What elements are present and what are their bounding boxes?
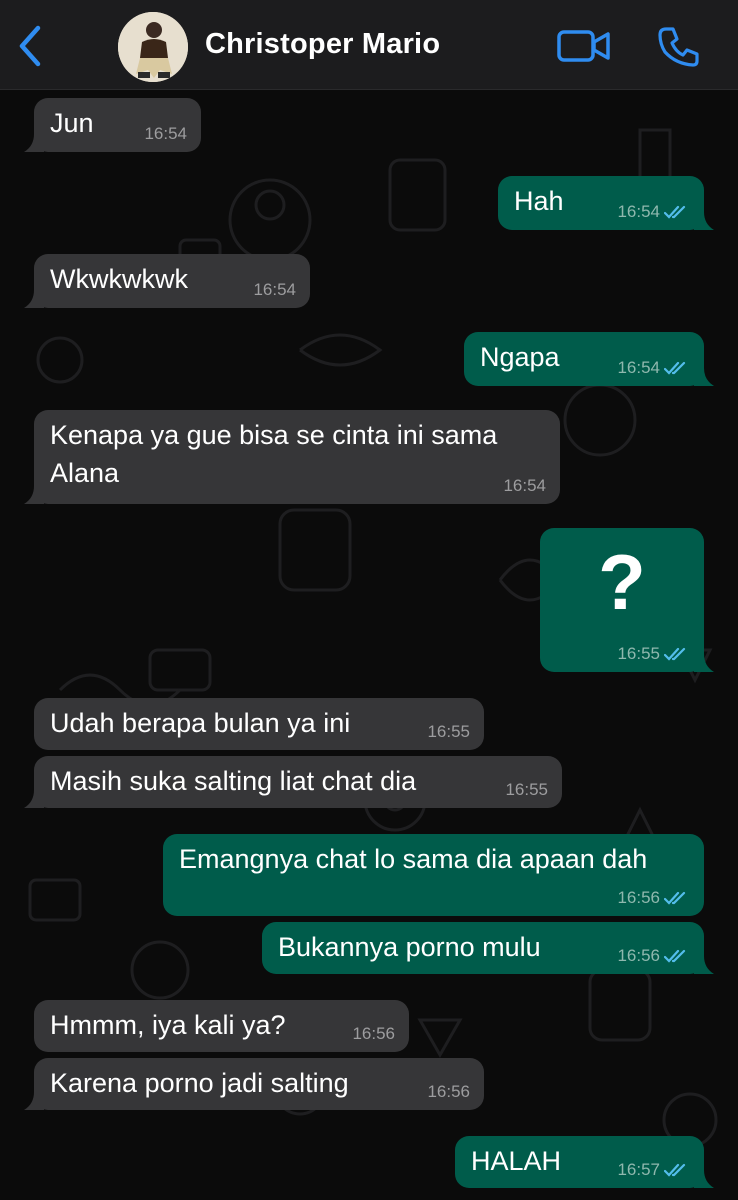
double-check-read-icon bbox=[664, 647, 686, 661]
message-text: Masih suka salting liat chat dia bbox=[50, 766, 417, 796]
message-time: 16:55 bbox=[617, 644, 660, 663]
message-incoming[interactable]: Udah berapa bulan ya ini 16:55 bbox=[34, 698, 484, 750]
message-incoming[interactable]: Wkwkwkwk 16:54 bbox=[24, 254, 310, 308]
double-check-read-icon bbox=[664, 949, 686, 963]
message-text-line: Kenapa ya gue bisa se cinta ini sama bbox=[50, 420, 498, 450]
message-time: 16:57 bbox=[617, 1160, 660, 1179]
message-text: Karena porno jadi salting bbox=[50, 1068, 349, 1098]
message-text: Emangnya chat lo sama dia apaan dah bbox=[179, 844, 648, 874]
avatar[interactable] bbox=[118, 12, 188, 82]
contact-name[interactable]: Christoper Mario bbox=[205, 28, 440, 61]
message-time: 16:54 bbox=[617, 358, 660, 377]
message-time: 16:55 bbox=[505, 780, 548, 799]
video-call-icon[interactable] bbox=[556, 26, 612, 66]
message-incoming[interactable]: Karena porno jadi salting 16:56 bbox=[24, 1058, 484, 1110]
message-outgoing[interactable]: HALAH 16:57 bbox=[455, 1136, 714, 1188]
message-time: 16:56 bbox=[617, 888, 660, 907]
message-time: 16:54 bbox=[144, 124, 187, 143]
message-outgoing[interactable]: Hah 16:54 bbox=[498, 176, 714, 230]
chat-header: Christoper Mario bbox=[0, 0, 738, 90]
message-text-line: Alana bbox=[50, 458, 120, 488]
message-outgoing[interactable]: Emangnya chat lo sama dia apaan dah 16:5… bbox=[163, 834, 704, 916]
double-check-read-icon bbox=[664, 205, 686, 219]
message-text: Hmmm, iya kali ya? bbox=[50, 1010, 286, 1040]
double-check-read-icon bbox=[664, 1163, 686, 1177]
message-incoming[interactable]: Kenapa ya gue bisa se cinta ini sama Ala… bbox=[24, 410, 560, 504]
message-time: 16:56 bbox=[352, 1024, 395, 1043]
message-time: 16:54 bbox=[503, 476, 546, 495]
message-text: Udah berapa bulan ya ini bbox=[50, 708, 351, 738]
message-time: 16:54 bbox=[617, 202, 660, 221]
message-outgoing[interactable]: ? 16:55 bbox=[540, 528, 714, 672]
double-check-read-icon bbox=[664, 891, 686, 905]
message-incoming[interactable]: Jun 16:54 bbox=[24, 98, 201, 152]
message-time: 16:56 bbox=[617, 946, 660, 965]
message-time: 16:55 bbox=[427, 722, 470, 741]
double-check-read-icon bbox=[664, 361, 686, 375]
message-text: ? bbox=[598, 538, 646, 626]
phone-icon[interactable] bbox=[656, 24, 702, 70]
message-incoming[interactable]: Hmmm, iya kali ya? 16:56 bbox=[34, 1000, 409, 1052]
message-time: 16:56 bbox=[427, 1082, 470, 1101]
message-incoming[interactable]: Masih suka salting liat chat dia 16:55 bbox=[24, 756, 562, 808]
message-time: 16:54 bbox=[253, 280, 296, 299]
message-outgoing[interactable]: Ngapa 16:54 bbox=[464, 332, 714, 386]
message-outgoing[interactable]: Bukannya porno mulu 16:56 bbox=[262, 922, 714, 974]
chevron-left-icon[interactable] bbox=[14, 24, 46, 68]
